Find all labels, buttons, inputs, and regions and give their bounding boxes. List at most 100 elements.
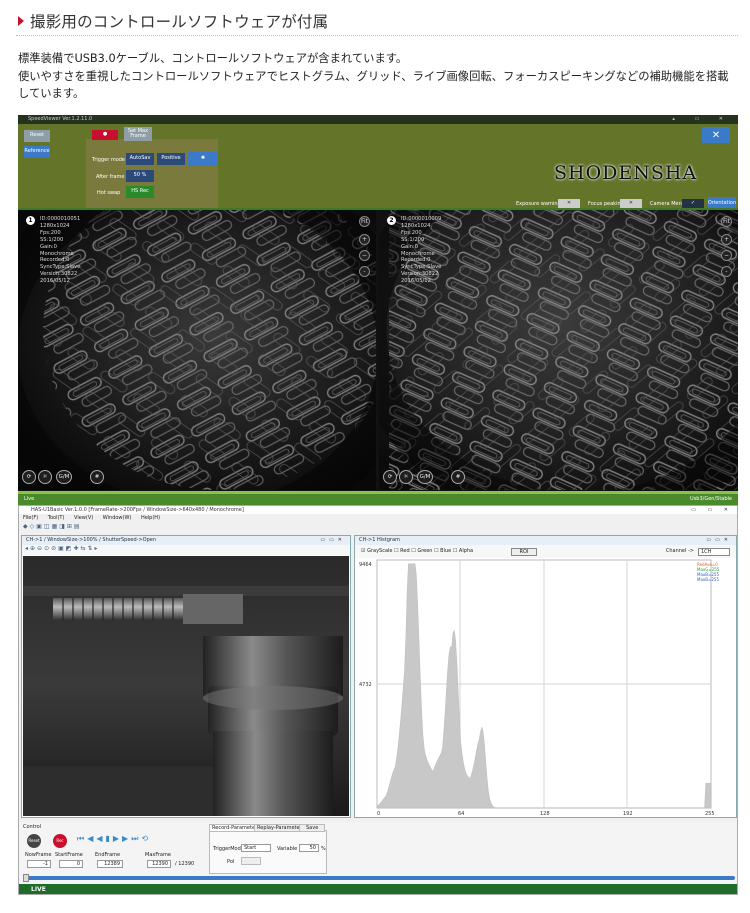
video-toolbar-icons[interactable]: ◂⊕⊖⊙⊘▣◩✚⇆⇅▸: [22, 545, 350, 555]
gm-button[interactable]: G/M: [417, 470, 433, 484]
rotate-icon[interactable]: ⟳: [383, 470, 397, 484]
menu-file[interactable]: File(F): [23, 515, 38, 521]
grayscale-label: GrayScale: [367, 548, 393, 554]
menu-window[interactable]: Window(W): [103, 515, 132, 521]
speedviewer-screenshot: SpeedViewer Ver.1.2.11.0 ▴ ▭ ✕ Reset Refe…: [18, 115, 738, 505]
description-line-1: 標準装備でUSB3.0ケーブル、コントロールソフトウェアが含まれています。: [18, 52, 408, 65]
reset-button[interactable]: Reset: [27, 834, 41, 848]
main-toolbar-icons[interactable]: ◆◇▣◫▦◨⊞▤: [19, 523, 737, 533]
menu-help[interactable]: Help(H): [141, 515, 160, 521]
zoom-in-icon[interactable]: +: [359, 234, 370, 245]
max-frame-input[interactable]: 12390: [147, 860, 171, 868]
window-controls-icon[interactable]: ▭▭✕: [320, 536, 346, 545]
window-controls-icon[interactable]: ▴ ▭ ✕: [672, 115, 732, 124]
green-checkbox[interactable]: ☐ Green: [411, 548, 432, 554]
window-controls-icon[interactable]: ▭▭✕: [706, 536, 732, 545]
trigger-mode-select[interactable]: AutoSav: [126, 153, 154, 165]
hist-xtick-192: 192: [623, 811, 633, 817]
fit-button[interactable]: Fit: [359, 216, 370, 227]
fit-button[interactable]: Fit: [721, 216, 732, 227]
page-title: 撮影用のコントロールソフトウェアが付属: [30, 13, 329, 31]
minus-icon[interactable]: -: [721, 266, 732, 277]
camera-view-2[interactable]: 2 ID:0000010009 1280x1024 Fps:200 SS:1/2…: [379, 210, 738, 490]
hist-xtick-64: 64: [458, 811, 464, 817]
rec-button[interactable]: Rec: [53, 834, 67, 848]
menu-tool[interactable]: Tool(T): [48, 515, 65, 521]
roi-button[interactable]: ROI: [511, 548, 537, 556]
record-button[interactable]: ●: [92, 130, 118, 140]
brightness-icon[interactable]: ☼: [38, 470, 52, 484]
end-frame-input[interactable]: 12389: [97, 860, 123, 868]
blue-checkbox[interactable]: ☐ Blue: [434, 548, 451, 554]
info-date: 2016/05/12: [40, 278, 70, 285]
camera-menu-toggle[interactable]: ✓: [682, 199, 704, 208]
section-heading: 撮影用のコントロールソフトウェアが付属: [16, 10, 738, 36]
channel-select[interactable]: 1CH: [698, 548, 730, 556]
exposure-warning-toggle[interactable]: ✕: [558, 199, 580, 208]
start-frame-input[interactable]: 0: [59, 860, 83, 868]
hot-swap-label: Hot swap: [97, 190, 121, 196]
tab-save[interactable]: Save: [299, 824, 326, 832]
histogram-window: CH->1 Histgram ▭▭✕ ☑ GrayScale ☐ Red ☐ Gr…: [354, 535, 737, 818]
description: 標準装備でUSB3.0ケーブル、コントロールソフトウェアが含まれています。 使い…: [18, 50, 738, 103]
after-frame-label: After frame: [96, 174, 125, 180]
grid-icon[interactable]: #: [451, 470, 465, 484]
minus-icon[interactable]: -: [359, 266, 370, 277]
zoom-in-icon[interactable]: +: [721, 234, 732, 245]
focus-peaking-toggle[interactable]: ✕: [620, 199, 642, 208]
histogram-window-title: CH->1 Histgram: [359, 537, 400, 543]
has-titlebar: HAS-U1Basic Ver.1.0.0 [FrameRate->200Fps…: [19, 506, 737, 514]
grid-icon[interactable]: #: [90, 470, 104, 484]
window-controls-icon[interactable]: ▭ ▭ ✕: [691, 506, 733, 514]
trigger-mode-select[interactable]: Start: [241, 844, 271, 852]
pol-select[interactable]: [241, 857, 261, 865]
timeline-slider[interactable]: [23, 876, 735, 880]
settings-gear-icon[interactable]: ✺: [188, 152, 218, 166]
tab-replay-parameter[interactable]: Replay-Parameter: [254, 824, 305, 832]
max-frame-label: MaxFrame: [145, 852, 171, 858]
grayscale-checkbox[interactable]: ☑ GrayScale: [361, 548, 392, 554]
menu-view[interactable]: View(V): [74, 515, 93, 521]
set-max-frame-button[interactable]: Set Max Frame: [124, 127, 152, 141]
zoom-out-icon[interactable]: −: [359, 250, 370, 261]
description-line-2: 使いやすさを重視したコントロールソフトウェアでヒストグラム、グリッド、ライブ画像…: [18, 69, 729, 101]
reference-button[interactable]: Reference: [24, 146, 50, 158]
tab-record-parameter[interactable]: Record-Parameter: [209, 824, 261, 832]
red-checkbox[interactable]: ☐ Red: [394, 548, 410, 554]
trigger-polarity-select[interactable]: Positive: [157, 153, 185, 165]
has-title: HAS-U1Basic Ver.1.0.0 [FrameRate->200Fps…: [31, 507, 244, 513]
brightness-icon[interactable]: ☼: [399, 470, 413, 484]
speedviewer-toolbar: Reset Reference ● Set Max Frame Trigger …: [18, 124, 738, 215]
info-id: ID:0000010009: [401, 216, 442, 222]
pol-label: Pol: [227, 859, 235, 865]
reset-button[interactable]: Reset: [24, 130, 50, 142]
tools-icon[interactable]: ✕: [702, 127, 730, 143]
camera-info-2: ID:0000010009 1280x1024 Fps:200 SS:1/200…: [401, 216, 441, 285]
alpha-label: Alpha: [458, 548, 474, 554]
playback-controls-icon[interactable]: ⏮◀◀▮▶▶⏭⟲: [77, 834, 151, 844]
variable-input[interactable]: 50: [299, 844, 319, 852]
info-version: Version:30822: [40, 271, 78, 278]
rotate-icon[interactable]: ⟳: [22, 470, 36, 484]
zoom-out-icon[interactable]: −: [721, 250, 732, 261]
now-frame-label: NowFrame: [25, 852, 52, 858]
histogram-controls: ☑ GrayScale ☐ Red ☐ Green ☐ Blue ☐ Alpha…: [355, 545, 736, 558]
histogram-chart: 9464 4732 0 64 128 192 255 RedAve=0 MaxG…: [359, 559, 720, 817]
timeline-thumb[interactable]: [23, 874, 29, 882]
info-gain: Gain:0: [401, 243, 418, 250]
camera-view-1[interactable]: 1 ID:0000010051 1280x1024 Fps:200 SS:1/2…: [18, 210, 376, 490]
now-frame-input[interactable]: -1: [27, 860, 51, 868]
camera-number-badge-1: 1: [26, 216, 35, 225]
gm-button[interactable]: G/M: [56, 470, 72, 484]
info-recorded: Recorded:0: [40, 257, 70, 264]
blue-label: Blue: [440, 548, 452, 554]
info-resolution: 1280x1024: [401, 222, 431, 229]
info-shutter: SS:1/200: [401, 236, 425, 243]
green-label: Green: [417, 548, 433, 554]
after-frame-select[interactable]: 50 %: [126, 170, 154, 182]
video-window: CH->1 / WindowSize->100% / ShutterSpeed-…: [21, 535, 351, 818]
hs-rec-toggle[interactable]: HS Rec: [126, 186, 154, 198]
info-fps: Fps:200: [40, 229, 61, 236]
alpha-checkbox[interactable]: ☐ Alpha: [453, 548, 473, 554]
info-gain: Gain:0: [40, 243, 57, 250]
